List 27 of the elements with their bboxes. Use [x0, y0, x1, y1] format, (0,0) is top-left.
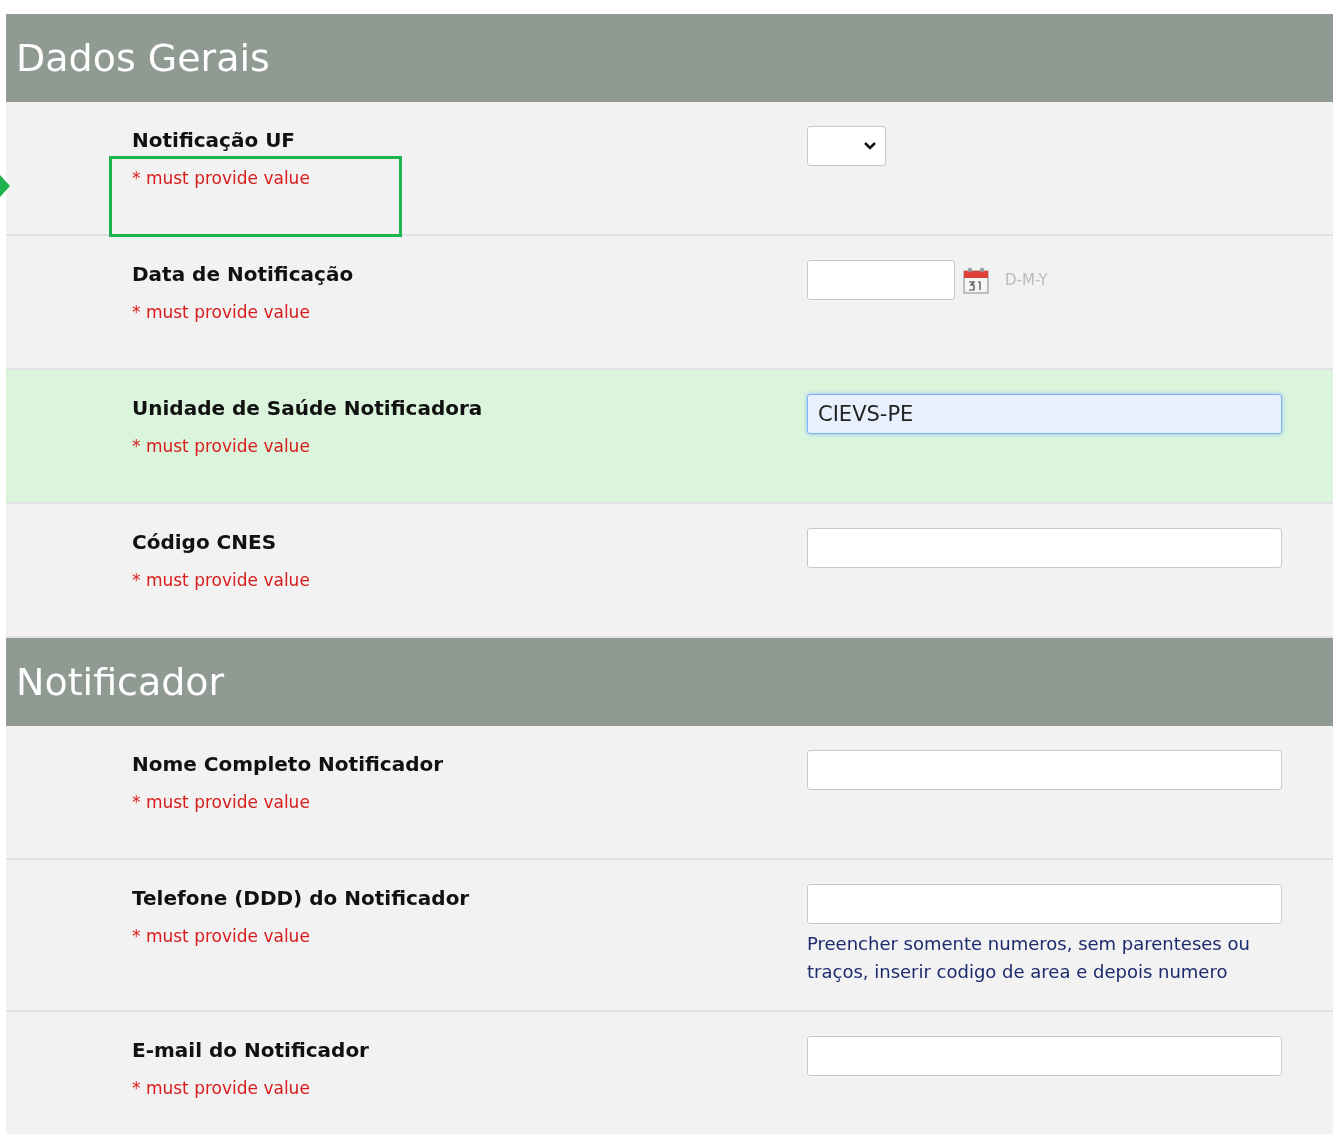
arrow-head-icon: [0, 175, 10, 197]
text-field[interactable]: [807, 528, 1282, 568]
text-field[interactable]: [807, 1036, 1282, 1076]
chevron-down-icon: [863, 141, 877, 151]
section-header: Dados Gerais: [6, 14, 1333, 102]
field-label: Nome Completo Notificador: [132, 751, 445, 778]
dropdown[interactable]: [807, 126, 886, 166]
required-message: * must provide value: [132, 167, 311, 190]
date-field[interactable]: [807, 260, 955, 300]
text-field[interactable]: CIEVS-PE: [807, 394, 1282, 434]
required-message: * must provide value: [132, 925, 311, 948]
required-message: * must provide value: [132, 1077, 311, 1100]
required-message: * must provide value: [132, 791, 311, 814]
field-label: Data de Notificação: [132, 261, 355, 288]
field-label: Telefone (DDD) do Notificador: [132, 885, 471, 912]
field-label: E-mail do Notificador: [132, 1037, 370, 1064]
text-field[interactable]: [807, 884, 1282, 924]
help-text: Preencher somente numeros, sem parenteses ou traços, inserir codigo de area e depois numero: [807, 932, 1251, 984]
required-message: * must provide value: [132, 435, 311, 458]
field-label: Notificação UF: [132, 127, 297, 154]
field-label: Código CNES: [132, 529, 278, 556]
calendar-icon[interactable]: [963, 266, 989, 294]
required-message: * must provide value: [132, 569, 311, 592]
field-label: Unidade de Saúde Notificadora: [132, 395, 484, 422]
section-header: Notificador: [6, 638, 1333, 726]
required-message: * must provide value: [132, 301, 311, 324]
text-field[interactable]: [807, 750, 1282, 790]
